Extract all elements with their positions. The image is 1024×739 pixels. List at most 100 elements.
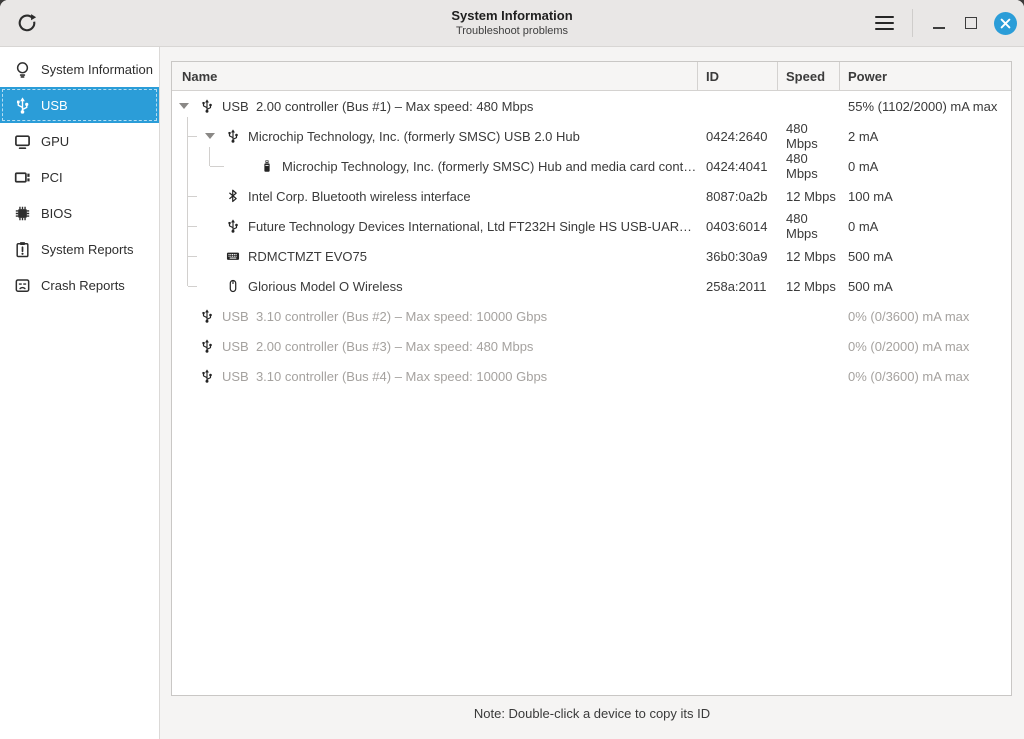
bios-icon — [13, 204, 31, 222]
usb-icon — [226, 219, 240, 233]
usb-icon — [200, 339, 214, 353]
sidebar-item-system-information[interactable]: System Information — [0, 51, 159, 87]
titlebar: System Information Troubleshoot problems — [0, 0, 1024, 47]
device-speed: 480 Mbps — [786, 121, 818, 151]
sidebar-item-pci[interactable]: PCI — [0, 159, 159, 195]
device-name-cell: Future Technology Devices International,… — [172, 211, 698, 241]
expander-icon[interactable] — [205, 133, 215, 139]
sidebar-item-label: System Information — [41, 61, 153, 77]
device-power: 500 mA — [848, 248, 893, 264]
device-name: Microchip Technology, Inc. (formerly SMS… — [248, 128, 580, 144]
crash-icon — [13, 276, 31, 294]
title-block: System Information Troubleshoot problems — [451, 8, 572, 38]
device-name: USB 3.10 controller (Bus #2) – Max speed… — [222, 308, 548, 324]
sidebar-item-label: USB — [41, 97, 68, 113]
maximize-icon — [965, 17, 977, 29]
table-row[interactable]: Microchip Technology, Inc. (formerly SMS… — [172, 151, 1011, 181]
table-row[interactable]: USB 2.00 controller (Bus #1) – Max speed… — [172, 91, 1011, 121]
expander-slot — [200, 133, 226, 139]
device-name-cell: USB 2.00 controller (Bus #1) – Max speed… — [172, 91, 698, 121]
hamburger-menu-icon — [874, 15, 894, 31]
table-header: Name ID Speed Power — [172, 62, 1011, 91]
device-power: 0 mA — [848, 218, 879, 234]
sidebar-item-crash-reports[interactable]: Crash Reports — [0, 267, 159, 303]
device-speed: 480 Mbps — [786, 151, 818, 181]
titlebar-separator — [912, 9, 913, 37]
sidebar-item-label: PCI — [41, 169, 63, 185]
table-row[interactable]: Intel Corp. Bluetooth wireless interface… — [172, 181, 1011, 211]
sidebar-item-system-reports[interactable]: System Reports — [0, 231, 159, 267]
device-power: 0 mA — [848, 158, 879, 174]
table-row[interactable]: Future Technology Devices International,… — [172, 211, 1011, 241]
device-name: USB 2.00 controller (Bus #3) – Max speed… — [222, 338, 534, 354]
expander-icon[interactable] — [179, 103, 189, 109]
device-speed — [778, 331, 840, 361]
column-header-name[interactable]: Name — [172, 62, 698, 90]
bluetooth-icon — [226, 189, 240, 203]
device-id: 0424:2640 — [706, 128, 768, 144]
device-name: USB 2.00 controller (Bus #1) – Max speed… — [222, 98, 534, 114]
window-title: System Information — [451, 8, 573, 23]
table-row[interactable]: Glorious Model O Wireless 258a:2011 12 M… — [172, 271, 1011, 301]
device-name-cell: Intel Corp. Bluetooth wireless interface — [172, 181, 698, 211]
system-information-window: System Information Troubleshoot problems — [0, 0, 1024, 739]
sidebar-item-label: GPU — [41, 133, 70, 149]
maximize-button[interactable] — [955, 7, 987, 39]
device-id — [698, 361, 778, 391]
keyboard-icon — [226, 249, 240, 263]
sidebar: System Information USB GPU PCI BIOS Syst… — [0, 47, 160, 739]
device-id: 36b0:30a9 — [706, 248, 768, 264]
table-row[interactable]: RDMCTMZT EVO75 36b0:30a9 12 Mbps 500 mA — [172, 241, 1011, 271]
device-speed — [778, 361, 840, 391]
sidebar-item-usb[interactable]: USB — [0, 87, 159, 123]
device-name-cell: Microchip Technology, Inc. (formerly SMS… — [172, 121, 698, 151]
sidebar-item-bios[interactable]: BIOS — [0, 195, 159, 231]
device-name: Microchip Technology, Inc. (formerly SMS… — [282, 158, 697, 174]
device-speed: 480 Mbps — [786, 211, 818, 241]
table-row[interactable]: USB 3.10 controller (Bus #2) – Max speed… — [172, 301, 1011, 331]
device-id — [698, 301, 778, 331]
column-header-speed[interactable]: Speed — [778, 62, 840, 90]
usb-icon — [200, 369, 214, 383]
device-name-cell: Glorious Model O Wireless — [172, 271, 698, 301]
minimize-icon — [933, 27, 945, 29]
usb-icon — [200, 309, 214, 323]
device-name: Future Technology Devices International,… — [248, 218, 698, 234]
device-power: 55% (1102/2000) mA max — [848, 98, 998, 114]
device-id: 0403:6014 — [706, 218, 768, 234]
usb-icon — [200, 99, 214, 113]
device-power: 0% (0/2000) mA max — [848, 338, 970, 354]
table-row[interactable]: USB 3.10 controller (Bus #4) – Max speed… — [172, 361, 1011, 391]
app-body: System Information USB GPU PCI BIOS Syst… — [0, 47, 1024, 739]
table-note: Note: Double-click a device to copy its … — [473, 706, 711, 721]
gpu-icon — [13, 132, 31, 150]
device-name: RDMCTMZT EVO75 — [248, 248, 367, 264]
device-id: 258a:2011 — [706, 278, 767, 294]
sidebar-item-label: System Reports — [41, 241, 134, 257]
column-header-id[interactable]: ID — [698, 62, 778, 90]
sidebar-item-label: BIOS — [41, 205, 73, 221]
close-button[interactable] — [994, 11, 1017, 35]
sidebar-item-gpu[interactable]: GPU — [0, 123, 159, 159]
device-name-cell: RDMCTMZT EVO75 — [172, 241, 698, 271]
report-icon — [13, 240, 31, 258]
device-id — [698, 91, 778, 121]
usb-icon — [13, 96, 31, 114]
device-speed: 12 Mbps — [786, 248, 836, 264]
device-speed: 12 Mbps — [786, 188, 836, 204]
table-row[interactable]: Microchip Technology, Inc. (formerly SMS… — [172, 121, 1011, 151]
device-name-cell: USB 3.10 controller (Bus #2) – Max speed… — [172, 301, 698, 331]
column-header-power[interactable]: Power — [840, 62, 1011, 90]
device-id — [698, 331, 778, 361]
device-name: Glorious Model O Wireless — [248, 278, 403, 294]
menu-button[interactable] — [868, 7, 900, 39]
usb-device-table: Name ID Speed Power USB 2.00 controller (Bu… — [171, 61, 1012, 696]
device-name-cell: USB 3.10 controller (Bus #4) – Max speed… — [172, 361, 698, 391]
minimize-button[interactable] — [923, 7, 955, 39]
device-id: 8087:0a2b — [706, 188, 768, 204]
table-row[interactable]: USB 2.00 controller (Bus #3) – Max speed… — [172, 331, 1011, 361]
device-power: 100 mA — [848, 188, 893, 204]
device-power: 500 mA — [848, 278, 893, 294]
refresh-button[interactable] — [10, 6, 44, 40]
bulb-icon — [13, 60, 31, 78]
